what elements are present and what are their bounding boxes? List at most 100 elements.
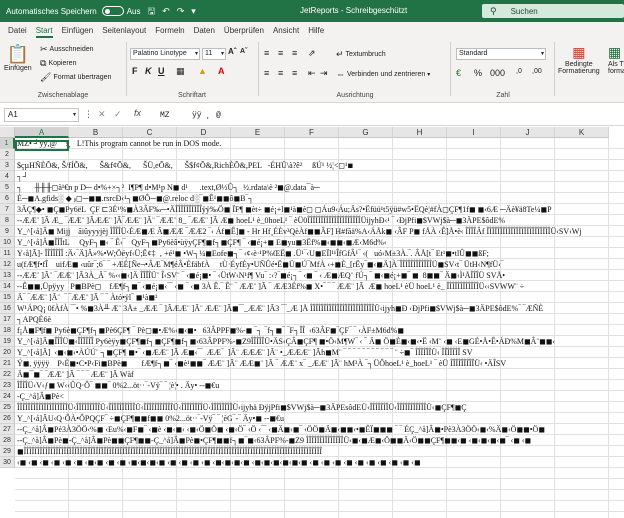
format-painter-button[interactable]: 🖌 Format übertragen [40,72,111,83]
row-header[interactable]: 9 [0,226,15,237]
cell-text: ‑‑ÆÆ¨ ]Ã¨ ‾ÆÆ¨ ]Ã3À_Ä‾ %‹‹◼‹]Ä ÎÎÎÎÜ¨ Î‹… [17,271,506,280]
wrap-text-button[interactable]: ↵ Textumbruch [336,49,386,60]
confirm-icon[interactable]: ✓ [114,109,122,120]
column-header-e[interactable]: E [231,127,285,138]
column-header-i[interactable]: I [447,127,501,138]
align-right-icon[interactable]: ≡ [292,68,297,78]
decrease-indent-icon[interactable]: ⇤ [308,68,316,79]
tab-start[interactable]: Start [32,26,57,38]
row-header[interactable]: 13 [0,270,15,281]
row-header[interactable]: 5 [0,182,15,193]
row-header[interactable]: 28 [0,435,15,446]
row-header[interactable]: 20 [0,347,15,358]
row-header[interactable]: 18 [0,325,15,336]
column-header-g[interactable]: G [339,127,393,138]
customize-qat-icon[interactable]: ▾ [191,6,196,16]
tab-formeln[interactable]: Formeln [151,26,188,38]
column-header-f[interactable]: F [285,127,339,138]
column-header-k[interactable]: K [555,127,609,138]
name-box[interactable]: A1 ▾ [4,108,79,122]
row-header[interactable]: 10 [0,237,15,248]
formula-input[interactable]: MZ  ÿÿ ¸ @ [160,109,221,120]
thousands-icon[interactable]: 000 [490,68,505,78]
column-header-a[interactable]: A [15,127,69,138]
format-as-table-label-1: Als T [608,61,624,68]
border-icon[interactable]: ▦ [176,66,185,77]
increase-indent-icon[interactable]: ⇥ [320,68,328,79]
tab-ueberpruefen[interactable]: Überprüfen [220,26,268,38]
row-header[interactable]: 17 [0,314,15,325]
row-header[interactable]: 7 [0,204,15,215]
row-header[interactable]: 24 [0,391,15,402]
cancel-icon[interactable]: ✕ [98,109,106,120]
search-box[interactable]: ⚲ Suchen [482,4,624,18]
align-bottom-icon[interactable]: ≡ [292,48,297,58]
number-format-select[interactable]: Standard ▾ [456,48,546,60]
row-header[interactable]: 21 [0,358,15,369]
row-header[interactable]: 27 [0,424,15,435]
font-size-select[interactable]: 11 ▾ [202,48,226,60]
row-header[interactable]: 23 [0,380,15,391]
increase-font-icon[interactable]: Aˆ [228,47,236,56]
cell-text: ‑‑Ç_^å]Â◼Pè3À3ÖÖ‹%◼ ‹Eu%‹◼F◼‾ ‹◼è ‹◼‹◼‹ … [17,425,545,434]
row-header[interactable]: 1 [0,138,15,149]
autosave-toggle[interactable] [101,6,124,16]
currency-icon[interactable]: € [456,68,461,78]
row-header[interactable]: 15 [0,292,15,303]
row-header[interactable]: 12 [0,259,15,270]
merge-center-button[interactable]: ⇔ Verbinden und zentrieren ▾ [336,69,430,79]
orientation-icon[interactable]: ⇗ [308,48,316,59]
copy-button[interactable]: ⧉ Kopieren [40,58,76,69]
row-header[interactable]: 16 [0,303,15,314]
row-header[interactable]: 3 [0,160,15,171]
paste-button[interactable]: 📋 Einfügen [4,44,32,72]
font-name-select[interactable]: Palatino Linotype ▾ [130,48,200,60]
row-header[interactable]: 19 [0,336,15,347]
row-header[interactable]: 6 [0,193,15,204]
fill-color-icon[interactable]: ▲ [198,66,207,76]
redo-icon[interactable]: ↷ [177,6,185,16]
row-header[interactable]: 26 [0,413,15,424]
tab-daten[interactable]: Daten [190,26,219,38]
decrease-decimal-icon[interactable]: ,00 [532,68,542,75]
column-header-d[interactable]: D [177,127,231,138]
row-header[interactable]: 22 [0,369,15,380]
format-as-table-button[interactable]: ▦ Als T formatie [608,44,624,75]
italic-button[interactable]: K [145,66,152,76]
tab-datei[interactable]: Datei [4,26,31,38]
bold-button[interactable]: F [132,66,138,76]
row-header[interactable]: 2 [0,149,15,160]
percent-icon[interactable]: % [474,68,482,78]
select-all-corner[interactable] [0,127,15,138]
align-middle-icon[interactable]: ≡ [278,48,283,58]
cell-text: $çµHÑÈÕ&, Š/fÍÕ&, Š&f¢Õ&, ŠÜ,eÕ&, Š$f¢Õ&… [17,161,354,170]
column-header-h[interactable]: H [393,127,447,138]
font-color-icon[interactable]: A [218,66,225,76]
tab-ansicht[interactable]: Ansicht [269,26,303,38]
row-header[interactable]: 8 [0,215,15,226]
decrease-font-icon[interactable]: Aˇ [240,48,247,55]
tab-einfuegen[interactable]: Einfügen [58,26,98,38]
align-left-icon[interactable]: ≡ [264,68,269,78]
underline-button[interactable]: U [158,66,165,76]
column-header-j[interactable]: J [501,127,555,138]
tab-seitenlayout[interactable]: Seitenlayout [98,26,150,38]
undo-icon[interactable]: ↶ [162,6,170,16]
insert-function-icon[interactable]: fx [134,108,141,118]
tab-hilfe[interactable]: Hilfe [304,26,328,38]
column-header-b[interactable]: B [69,127,123,138]
row-header[interactable]: 4 [0,171,15,182]
save-icon[interactable]: 🖫 [148,6,156,16]
align-center-icon[interactable]: ≡ [278,68,283,78]
row-header[interactable]: 25 [0,402,15,413]
row-header[interactable]: 29 [0,446,15,457]
cell-text: f¡Å◼F¶f◼ Py6è◼ÇF¶f┐◼Pè6ÇF¶ ‾ Pè◻◼•Æ%‹◼‹◼… [17,326,404,335]
increase-decimal-icon[interactable]: ,0 [516,68,522,75]
cut-button[interactable]: ✂ Ausschneiden [40,44,94,55]
align-top-icon[interactable]: ≡ [264,48,269,58]
row-header[interactable]: 14 [0,281,15,292]
row-header[interactable]: 11 [0,248,15,259]
column-header-c[interactable]: C [123,127,177,138]
conditional-formatting-button[interactable]: ▦ Bedingte Formatierung [558,44,600,75]
row-header[interactable]: 30 [0,457,15,468]
